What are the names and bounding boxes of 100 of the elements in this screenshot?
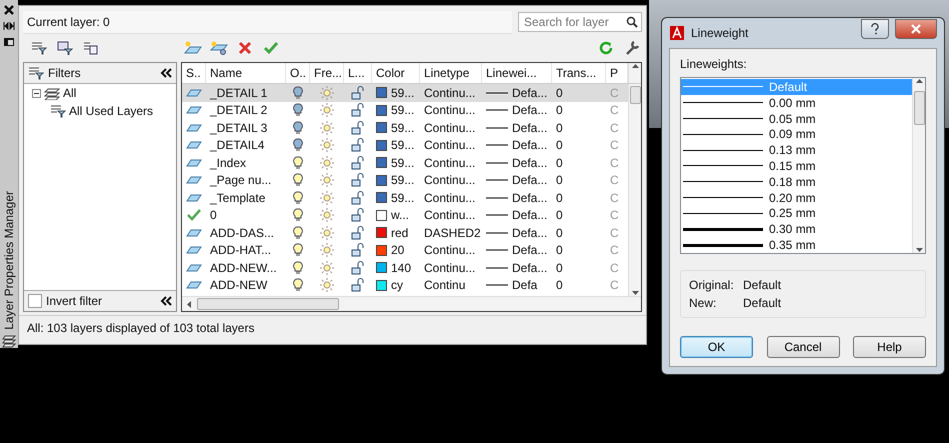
color-swatch[interactable] <box>376 280 387 291</box>
layer-row[interactable]: ADD-DAS... red DASHED2 Defa... 0 C <box>182 224 628 242</box>
scroll-up-icon[interactable] <box>632 63 638 68</box>
open-padlock-icon[interactable] <box>351 156 365 170</box>
column-header[interactable]: Linewei... <box>482 63 552 83</box>
layer-row[interactable]: ADD-HAT... 20 Continu... Defa... 0 C <box>182 242 628 259</box>
collapse-pane-icon[interactable] <box>160 68 172 78</box>
vertical-scrollbar[interactable] <box>628 84 641 296</box>
color-swatch[interactable] <box>376 104 387 116</box>
color-swatch[interactable] <box>376 87 387 98</box>
dialog-button[interactable]: Help <box>853 336 926 358</box>
color-swatch[interactable] <box>376 244 387 256</box>
lightbulb-icon[interactable] <box>293 208 303 222</box>
lightbulb-icon[interactable] <box>293 260 303 275</box>
sun-icon[interactable] <box>320 173 334 188</box>
sun-icon[interactable] <box>320 138 334 152</box>
open-padlock-icon[interactable] <box>351 103 365 118</box>
lineweight-option[interactable]: 0.15 mm <box>681 158 912 174</box>
lineweight-option[interactable]: 0.00 mm <box>681 94 912 111</box>
sun-icon[interactable] <box>320 260 334 275</box>
scroll-up-icon[interactable] <box>916 78 922 83</box>
layer-row[interactable]: _Page nu... 59... Continu... Defa... 0 C <box>182 172 628 189</box>
lineweight-option[interactable]: 0.25 mm <box>681 206 912 222</box>
column-header[interactable]: S.. <box>182 63 206 83</box>
open-padlock-icon[interactable] <box>351 120 365 135</box>
collapse-pane-icon[interactable] <box>160 296 172 306</box>
dialog-button[interactable]: Cancel <box>766 336 840 358</box>
layer-row[interactable]: _DETAIL 1 59... Continu... Defa... 0 C <box>182 84 628 102</box>
open-padlock-icon[interactable] <box>351 278 365 292</box>
open-padlock-icon[interactable] <box>351 260 365 275</box>
sun-icon[interactable] <box>320 156 334 170</box>
scrollbar-thumb[interactable] <box>630 86 640 104</box>
lineweight-option[interactable]: 0.09 mm <box>681 126 912 142</box>
color-swatch[interactable] <box>376 157 387 168</box>
auto-hide-icon[interactable] <box>3 20 15 32</box>
column-header[interactable]: Fre... <box>310 63 344 83</box>
open-padlock-icon[interactable] <box>351 86 365 100</box>
lightbulb-icon[interactable] <box>293 278 303 292</box>
color-swatch[interactable] <box>376 174 387 186</box>
sun-icon[interactable] <box>320 208 334 222</box>
lightbulb-icon[interactable] <box>293 86 303 100</box>
color-swatch[interactable] <box>376 210 387 221</box>
lightbulb-icon[interactable] <box>293 103 303 118</box>
layer-row[interactable]: _DETAIL 3 59... Continu... Defa... 0 C <box>182 119 628 136</box>
scroll-down-icon[interactable] <box>916 248 922 253</box>
lineweight-option[interactable]: 0.18 mm <box>681 174 912 190</box>
column-header[interactable]: L... <box>344 63 372 83</box>
color-swatch[interactable] <box>376 192 387 204</box>
lightbulb-icon[interactable] <box>293 190 303 205</box>
open-padlock-icon[interactable] <box>351 138 365 152</box>
color-swatch[interactable] <box>376 227 387 238</box>
lineweight-option[interactable]: 0.13 mm <box>681 142 912 158</box>
close-button[interactable] <box>895 19 937 39</box>
lightbulb-icon[interactable] <box>293 120 303 135</box>
open-padlock-icon[interactable] <box>351 226 365 240</box>
collapse-icon[interactable] <box>32 88 41 98</box>
column-header[interactable]: Color <box>372 63 420 83</box>
sun-icon[interactable] <box>320 278 334 292</box>
lightbulb-icon[interactable] <box>293 243 303 258</box>
color-swatch[interactable] <box>376 140 387 151</box>
open-padlock-icon[interactable] <box>351 190 365 205</box>
properties-icon[interactable] <box>3 36 15 48</box>
open-padlock-icon[interactable] <box>351 208 365 222</box>
sun-icon[interactable] <box>320 190 334 205</box>
filter-tree-item[interactable]: All Used Layers <box>69 104 154 118</box>
open-padlock-icon[interactable] <box>351 243 365 258</box>
close-icon[interactable] <box>3 4 15 16</box>
lineweight-option[interactable]: 0.30 mm <box>681 221 912 238</box>
scrollbar-thumb[interactable] <box>914 91 924 125</box>
column-header[interactable]: Name <box>206 63 286 83</box>
column-header[interactable]: Trans... <box>552 63 606 83</box>
horizontal-scrollbar[interactable] <box>182 296 641 311</box>
sun-icon[interactable] <box>320 120 334 135</box>
vertical-scrollbar[interactable] <box>912 78 925 253</box>
layer-row[interactable]: _Index 59... Continu... Defa... 0 C <box>182 154 628 172</box>
layer-row[interactable]: _DETAIL4 59... Continu... Defa... 0 C <box>182 136 628 154</box>
layer-row[interactable]: ADD-NEW cy Continu Defa 0 C <box>182 276 628 294</box>
layer-row[interactable]: _DETAIL 2 59... Continu... Defa... 0 C <box>182 102 628 119</box>
open-padlock-icon[interactable] <box>351 173 365 188</box>
filter-tree-item[interactable]: All <box>63 86 76 100</box>
lineweight-option[interactable]: 0.20 mm <box>681 190 912 206</box>
color-swatch[interactable] <box>376 262 387 274</box>
lineweight-option[interactable]: 0.05 mm <box>681 110 912 126</box>
lightbulb-icon[interactable] <box>293 138 303 152</box>
sun-icon[interactable] <box>320 243 334 258</box>
sun-icon[interactable] <box>320 103 334 118</box>
dialog-button[interactable]: OK <box>680 336 753 358</box>
search-field[interactable]: Search for layer <box>518 12 642 32</box>
column-header[interactable]: O.. <box>286 63 310 83</box>
layer-row[interactable]: 0 w... Continu... Defa... 0 C <box>182 206 628 224</box>
lightbulb-icon[interactable] <box>293 226 303 240</box>
lightbulb-icon[interactable] <box>293 156 303 170</box>
scrollbar-thumb[interactable] <box>197 298 339 310</box>
color-swatch[interactable] <box>376 122 387 134</box>
layer-row[interactable]: ADD-NEW... 140 Continu... Defa... 0 C <box>182 259 628 276</box>
invert-filter-checkbox[interactable] <box>28 294 42 308</box>
lightbulb-icon[interactable] <box>293 173 303 188</box>
sun-icon[interactable] <box>320 226 334 240</box>
column-header[interactable]: Linetype <box>420 63 482 83</box>
help-button[interactable] <box>861 19 889 39</box>
